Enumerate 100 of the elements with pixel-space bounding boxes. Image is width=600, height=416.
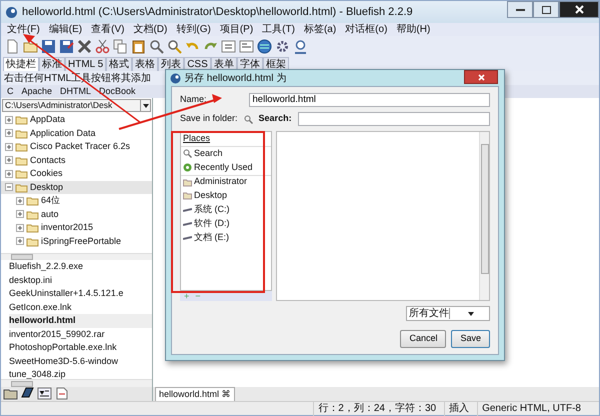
- cancel-button[interactable]: Cancel: [400, 330, 446, 348]
- expand-icon[interactable]: [16, 210, 24, 218]
- toolbar-tab[interactable]: 格式: [106, 57, 132, 71]
- toolbar-tab[interactable]: 快捷栏: [3, 57, 39, 71]
- menu-item[interactable]: 文件(F): [7, 22, 40, 37]
- file-item[interactable]: PhotoshopPortable.exe.lnk: [9, 341, 152, 355]
- language-tab[interactable]: DHTML: [60, 84, 92, 98]
- dropdown-arrow-icon: [142, 104, 148, 108]
- places-item[interactable]: Administrator: [181, 174, 271, 188]
- horizontal-scrollbar[interactable]: [1, 252, 152, 260]
- expand-icon[interactable]: [5, 142, 13, 151]
- language-tab[interactable]: DocBook: [99, 84, 136, 98]
- file-item[interactable]: inventor2015_59902.rar: [9, 328, 152, 342]
- folder-icon: [15, 182, 28, 193]
- menu-item[interactable]: 帮助(H): [396, 22, 430, 37]
- close-file-icon[interactable]: [77, 38, 92, 54]
- places-item[interactable]: Recently Used: [181, 160, 271, 174]
- gear-icon[interactable]: [275, 38, 290, 54]
- search-icon[interactable]: [244, 114, 253, 124]
- menu-item[interactable]: 项目(P): [220, 22, 254, 37]
- folder-icon: [26, 222, 39, 234]
- tree-item[interactable]: Contacts: [1, 154, 152, 167]
- toolbar-tab[interactable]: HTML 5: [65, 57, 106, 71]
- expand-icon[interactable]: [16, 196, 24, 205]
- close-icon: [478, 74, 484, 80]
- paste-icon[interactable]: [131, 38, 146, 54]
- file-item[interactable]: GetIcon.exe.lnk: [9, 300, 152, 314]
- tree-item[interactable]: Application Data: [1, 126, 152, 140]
- globe-icon[interactable]: [257, 38, 272, 54]
- save-button[interactable]: Save: [451, 330, 490, 348]
- expand-icon[interactable]: [16, 224, 24, 232]
- folder-icon: [15, 128, 28, 139]
- close-icon: [574, 5, 584, 14]
- vertical-scrollbar[interactable]: [479, 132, 489, 300]
- save-icon[interactable]: [41, 38, 56, 54]
- file-item[interactable]: desktop.ini: [9, 274, 152, 288]
- name-label: Name:: [180, 93, 207, 106]
- menu-item[interactable]: 文档(D): [133, 22, 168, 37]
- path-combo[interactable]: C:\Users\Administrator\Desk: [2, 99, 151, 112]
- insert-mode: 插入: [444, 401, 474, 416]
- tree-item[interactable]: auto: [1, 208, 152, 221]
- places-item[interactable]: Desktop: [181, 188, 271, 202]
- tree-item[interactable]: inventor2015: [1, 221, 152, 234]
- document-tab[interactable]: helloworld.html ⌘: [155, 386, 235, 401]
- window-title: helloworld.html (C:\Users\Administrator\Desktop\helloworld.html) - Bluefish 2.2.9: [22, 4, 413, 20]
- menu-item[interactable]: 标签(a): [304, 22, 336, 37]
- close-button[interactable]: [464, 70, 498, 84]
- horizontal-scrollbar[interactable]: [1, 379, 152, 388]
- places-item[interactable]: 软件 (D:): [181, 216, 271, 230]
- expand-icon[interactable]: [16, 237, 24, 246]
- tree-item[interactable]: Desktop: [1, 180, 152, 194]
- menu-item[interactable]: 对话框(o): [345, 22, 388, 37]
- search-icon[interactable]: [149, 38, 164, 54]
- file-item[interactable]: tune_3048.zip: [9, 368, 152, 380]
- tree-item[interactable]: Cisco Packet Tracer 6.2s: [1, 140, 152, 154]
- replace-icon[interactable]: [167, 38, 182, 54]
- expand-icon[interactable]: [5, 129, 13, 138]
- tree-item[interactable]: AppData: [1, 113, 152, 126]
- menu-item[interactable]: 工具(T): [262, 22, 295, 37]
- copy-icon[interactable]: [113, 38, 128, 54]
- file-item[interactable]: GeekUninstaller+1.4.5.121.e: [9, 287, 152, 301]
- search-field[interactable]: [298, 112, 490, 126]
- menu-item[interactable]: 查看(V): [91, 22, 124, 37]
- folder-icon: [26, 236, 39, 247]
- file-type-dropdown[interactable]: 所有文件: [406, 306, 490, 321]
- tree-item[interactable]: iSpringFreePortable: [1, 234, 152, 248]
- cursor-position: 行：2，列：24，字符：30: [313, 401, 440, 416]
- close-button[interactable]: [559, 1, 599, 18]
- document-icon[interactable]: [54, 387, 69, 400]
- expand-icon[interactable]: [5, 116, 13, 124]
- file-item[interactable]: Bluefish_2.2.9.exe: [9, 260, 152, 274]
- clock-icon: [183, 163, 192, 172]
- minimize-button[interactable]: [507, 1, 533, 18]
- save-as-icon[interactable]: [59, 38, 74, 54]
- toolbar-tab[interactable]: 表格: [132, 57, 158, 71]
- maximize-button[interactable]: [533, 1, 559, 18]
- toolbar-tab[interactable]: 列表: [158, 57, 184, 71]
- collapse-icon[interactable]: [5, 183, 13, 192]
- language-tab[interactable]: C: [7, 84, 14, 98]
- places-item[interactable]: Search: [181, 146, 271, 160]
- menu-item[interactable]: 编辑(E): [48, 22, 82, 37]
- language-tab[interactable]: Apache: [22, 84, 52, 98]
- expand-icon[interactable]: [5, 156, 13, 164]
- folder-icon: [15, 141, 28, 152]
- tree-item[interactable]: 64位: [1, 194, 152, 208]
- expand-icon[interactable]: [5, 170, 13, 178]
- dialog-title: 另存 helloworld.html 为: [184, 72, 288, 86]
- maximize-icon: [542, 6, 550, 14]
- file-item[interactable]: SweetHome3D-5.6-window: [9, 354, 152, 368]
- cut-icon[interactable]: [95, 38, 110, 54]
- search-icon: [183, 149, 192, 158]
- places-item[interactable]: 文档 (E:): [181, 230, 271, 244]
- name-field[interactable]: helloworld.html: [248, 93, 490, 107]
- new-file-icon[interactable]: [5, 38, 20, 54]
- tree-item[interactable]: Cookies: [1, 167, 152, 180]
- places-item[interactable]: 系统 (C:): [181, 202, 271, 216]
- file-item[interactable]: helloworld.html: [9, 314, 152, 328]
- search-label: Search:: [258, 112, 292, 126]
- menu-item[interactable]: 转到(G): [176, 22, 211, 37]
- folder-icon: [15, 114, 28, 126]
